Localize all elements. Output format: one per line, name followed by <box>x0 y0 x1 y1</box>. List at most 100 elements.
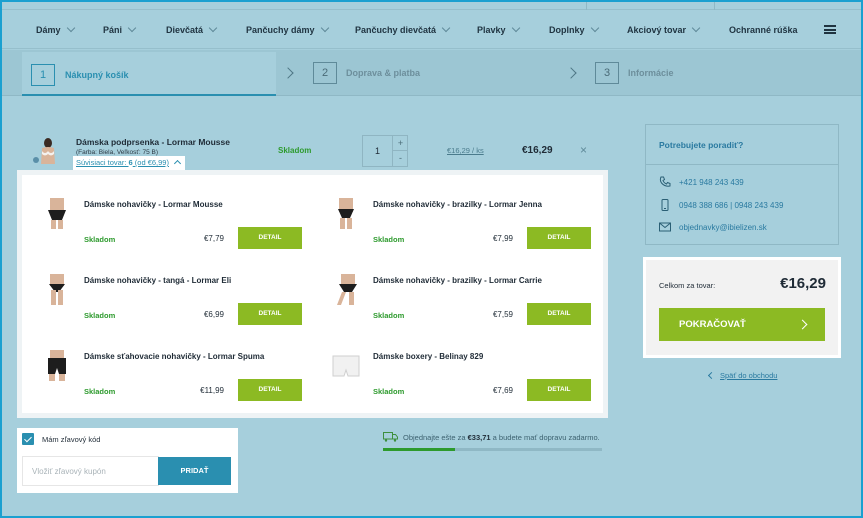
quantity-plus-button[interactable]: + <box>393 136 408 151</box>
related-products-panel: Dámske nohavičky - Lormar Mousse Skladom… <box>17 170 608 418</box>
coupon-checkbox[interactable] <box>22 433 34 445</box>
product-image[interactable] <box>40 348 74 382</box>
nav-item-doplnky[interactable]: Doplnky <box>549 23 599 35</box>
mobile-icon <box>661 199 669 211</box>
nav-label: Pančuchy dievčatá <box>355 25 437 35</box>
detail-button[interactable]: DETAIL <box>238 379 302 401</box>
nav-label: Akciový tovar <box>627 25 687 35</box>
related-products-toggle[interactable]: Súvisiaci tovar: 6 (od €6,99) <box>73 156 185 170</box>
truck-icon <box>383 432 398 442</box>
product-image[interactable] <box>329 272 363 306</box>
chevron-right-icon <box>565 67 577 79</box>
related-product-name[interactable]: Dámske nohavičky - brazilky - Lormar Car… <box>373 276 542 285</box>
related-product-name[interactable]: Dámske nohavičky - tangá - Lormar Eli <box>84 276 231 285</box>
total-label: Celkom za tovar: <box>659 281 716 290</box>
step-cart[interactable]: 1 Nákupný košík <box>22 52 276 96</box>
related-price: €6,99 <box>203 310 224 319</box>
nav-item-damy[interactable]: Dámy <box>36 23 75 35</box>
continue-button[interactable]: POKRAČOVAŤ <box>659 308 825 341</box>
nav-item-plavky[interactable]: Plavky <box>477 23 520 35</box>
nav-label: Plavky <box>477 25 506 35</box>
related-stock: Skladom <box>373 235 405 244</box>
related-stock: Skladom <box>84 387 116 396</box>
related-price: €7,79 <box>203 234 224 243</box>
line-total: €16,29 <box>522 145 553 156</box>
chevron-down-icon <box>127 23 137 33</box>
product-image[interactable] <box>40 272 74 306</box>
related-product: Dámske nohavičky - tangá - Lormar Eli Sk… <box>28 256 302 326</box>
nav-item-panchuchy-dievcata[interactable]: Pančuchy dievčatá <box>355 23 451 35</box>
detail-button[interactable]: DETAIL <box>527 227 591 249</box>
related-stock: Skladom <box>373 311 405 320</box>
main-nav: Dámy Páni Dievčatá Pančuchy dámy Pančuch… <box>0 11 863 49</box>
back-to-shop-link[interactable]: Späť do obchodu <box>707 371 778 380</box>
product-image[interactable] <box>329 348 363 382</box>
step-label: Informácie <box>628 68 674 78</box>
related-prefix: Súvisiaci tovar: <box>76 158 129 167</box>
related-product-name[interactable]: Dámske sťahovacie nohavičky - Lormar Spu… <box>84 352 264 361</box>
nav-item-akciovy-tovar[interactable]: Akciový tovar <box>627 23 701 35</box>
detail-button[interactable]: DETAIL <box>527 379 591 401</box>
product-image[interactable] <box>329 196 363 230</box>
related-product-name[interactable]: Dámske boxery - Belinay 829 <box>373 352 483 361</box>
related-product: Dámske nohavičky - brazilky - Lormar Car… <box>317 256 591 326</box>
help-mobile-text: 0948 388 686 | 0948 243 439 <box>679 201 784 210</box>
checkout-steps: 1 Nákupný košík 2 Doprava & platba 3 Inf… <box>0 50 863 96</box>
menu-icon[interactable] <box>824 25 836 34</box>
remove-item-icon[interactable]: × <box>580 143 587 157</box>
step-number: 2 <box>313 62 337 84</box>
back-to-shop-label: Späť do obchodu <box>720 371 778 380</box>
detail-button[interactable]: DETAIL <box>238 303 302 325</box>
related-price: €7,59 <box>492 310 513 319</box>
detail-button[interactable]: DETAIL <box>527 303 591 325</box>
chevron-up-icon <box>173 159 182 168</box>
order-summary-inner: Celkom za tovar: €16,29 POKRAČOVAŤ <box>646 260 838 355</box>
nav-item-panchuchy-damy[interactable]: Pančuchy dámy <box>246 23 329 35</box>
help-title: Potrebujete poradiť? <box>659 140 744 150</box>
chevron-down-icon <box>511 23 520 33</box>
related-stock: Skladom <box>84 311 116 320</box>
quantity-input[interactable]: 1 <box>363 136 393 166</box>
total-value: €16,29 <box>780 275 826 292</box>
related-stock: Skladom <box>84 235 116 244</box>
related-product: Dámske boxery - Belinay 829 Skladom €7,6… <box>317 332 591 402</box>
coupon-label[interactable]: Mám zľavový kód <box>42 435 100 444</box>
product-variant: (Farba: Biela, Veľkosť: 75 B) <box>76 149 159 156</box>
nav-item-pani[interactable]: Páni <box>103 23 137 35</box>
help-header: Potrebujete poradiť? <box>646 125 838 165</box>
unit-price: €16,29 / ks <box>447 146 484 155</box>
phone-icon <box>659 176 671 187</box>
top-strip <box>0 0 863 10</box>
help-box: Potrebujete poradiť? +421 948 243 439 09… <box>645 124 839 245</box>
chevron-down-icon <box>691 23 701 33</box>
coupon-input[interactable] <box>22 456 159 486</box>
nav-label: Dievčatá <box>166 25 204 35</box>
step-number: 1 <box>31 64 55 86</box>
free-shipping-text: Objednajte ešte za €33,71 a budete mať d… <box>403 433 600 442</box>
chevron-down-icon <box>320 23 329 33</box>
chevron-down-icon <box>66 23 75 33</box>
related-stock: Skladom <box>373 387 405 396</box>
chevron-right-icon <box>797 319 808 330</box>
mail-icon <box>659 222 671 232</box>
quantity-minus-button[interactable]: - <box>393 151 408 166</box>
nav-item-ochranne-rusky[interactable]: Ochranné rúška <box>729 25 798 35</box>
product-image[interactable] <box>32 134 62 166</box>
stock-status: Skladom <box>278 146 312 155</box>
nav-item-dievcata[interactable]: Dievčatá <box>166 23 218 35</box>
product-image[interactable] <box>40 196 74 230</box>
related-product: Dámske nohavičky - Lormar Mousse Skladom… <box>28 180 302 250</box>
related-product: Dámske sťahovacie nohavičky - Lormar Spu… <box>28 332 302 402</box>
product-name[interactable]: Dámska podprsenka - Lormar Mousse <box>76 137 230 147</box>
free-shipping-progress <box>383 448 602 451</box>
add-coupon-button[interactable]: PRIDAŤ <box>158 457 231 485</box>
related-from: (od €6,99) <box>132 158 169 167</box>
nav-label: Doplnky <box>549 25 585 35</box>
related-product-name[interactable]: Dámske nohavičky - Lormar Mousse <box>84 200 223 209</box>
order-summary: Celkom za tovar: €16,29 POKRAČOVAŤ <box>643 257 841 358</box>
detail-button[interactable]: DETAIL <box>238 227 302 249</box>
related-product-name[interactable]: Dámske nohavičky - brazilky - Lormar Jen… <box>373 200 542 209</box>
quantity-stepper: 1 + - <box>362 135 408 167</box>
shipping-remaining-amount: €33,71 <box>467 433 491 442</box>
chevron-left-icon <box>707 371 716 380</box>
